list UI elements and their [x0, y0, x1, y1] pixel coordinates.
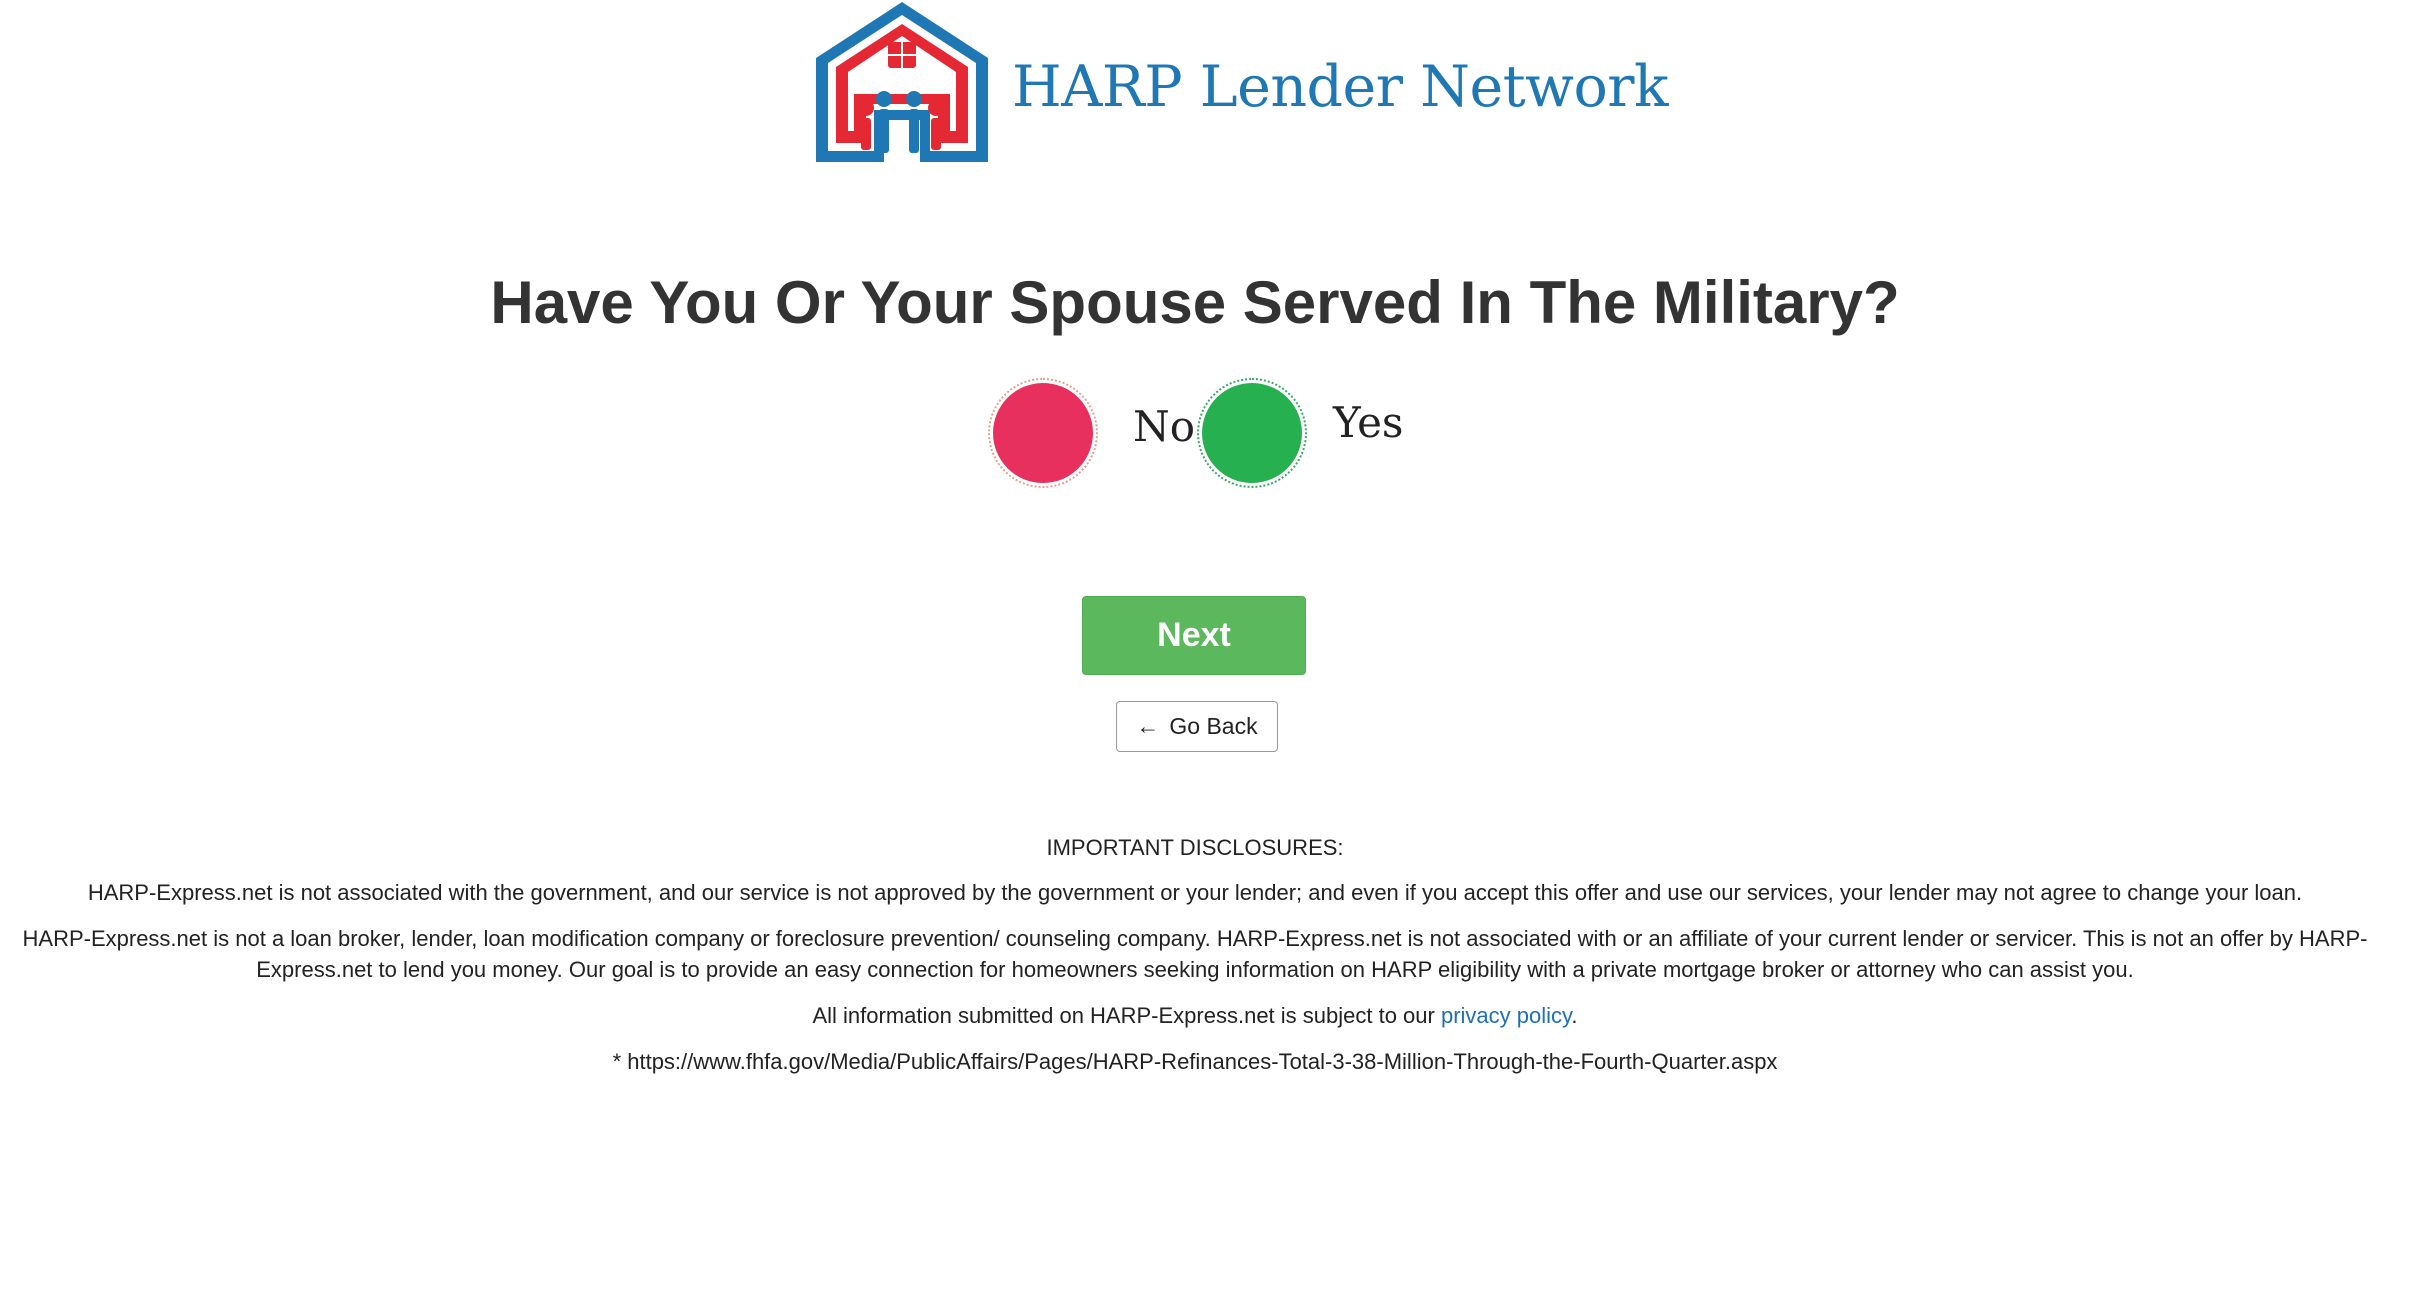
privacy-policy-link[interactable]: privacy policy [1441, 1003, 1571, 1028]
next-button[interactable]: Next [1082, 596, 1306, 675]
source-reference: * https://www.fhfa.gov/Media/PublicAffai… [612, 1049, 1778, 1074]
go-back-label: Go Back [1169, 713, 1258, 739]
page: HARP Lender Network Have You Or Your Spo… [0, 0, 2422, 1312]
house-logo-icon [816, 2, 988, 162]
no-option-label[interactable]: No [1133, 402, 1195, 451]
privacy-notice: All information submitted on HARP-Expres… [0, 1000, 2390, 1031]
privacy-suffix: . [1571, 1003, 1578, 1028]
yes-option-label[interactable]: Yes [1333, 398, 1404, 447]
disclosures: IMPORTANT DISCLOSURES: HARP-Express.net … [0, 832, 2390, 1092]
no-option-radio[interactable] [988, 378, 1098, 488]
arrow-left-icon: ← [1136, 713, 1160, 739]
disclosure-paragraph-1: HARP-Express.net is not associated with … [87, 880, 2303, 905]
brand-name: HARP Lender Network [1012, 54, 1669, 120]
privacy-prefix: All information submitted on HARP-Expres… [812, 1003, 1441, 1028]
question-title: Have You Or Your Spouse Served In The Mi… [490, 269, 1900, 336]
disclosures-title: IMPORTANT DISCLOSURES: [1046, 835, 1344, 860]
disclosure-paragraph-2: HARP-Express.net is not a loan broker, l… [22, 926, 2368, 982]
yes-option-radio[interactable] [1197, 378, 1307, 488]
brand-logo[interactable]: HARP Lender Network [812, 0, 1669, 165]
go-back-button[interactable]: ← Go Back [1116, 701, 1278, 752]
